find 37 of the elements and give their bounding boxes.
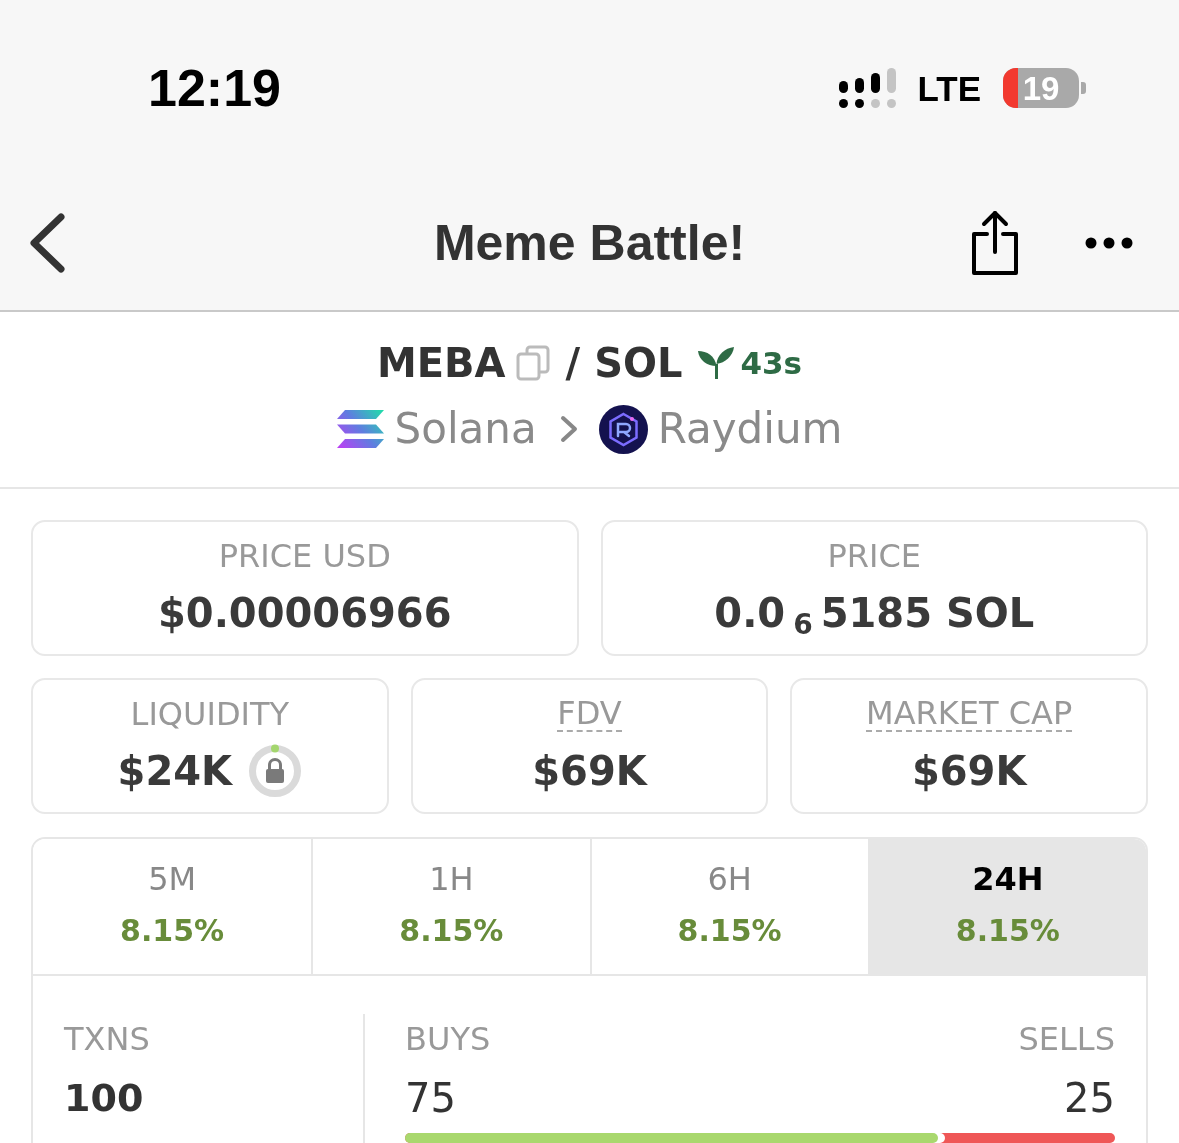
quote-token-symbol: SOL [594,343,683,383]
stat-value: $69K [911,747,1027,795]
chain-name[interactable]: Solana [394,408,537,450]
signal-strength-icon [837,67,898,109]
share-icon[interactable] [970,210,1020,276]
back-icon[interactable] [28,213,66,273]
txns-count: 100 [64,1075,144,1122]
price-label: PRICE USD [218,538,391,574]
sprout-icon [697,346,736,380]
battery-icon [1003,68,1086,108]
raydium-logo-icon [598,404,648,454]
base-token-symbol: MEBA [376,343,506,383]
pair-separator: / [565,343,581,383]
stat-value: $69K [532,747,647,795]
battery-percentage: 19 [1022,71,1060,105]
dex-name[interactable]: Raydium [657,408,843,450]
price-value: 0.0$_{6}$5185 SOL [714,589,1035,637]
more-options-icon[interactable] [1085,237,1133,249]
page-title: Meme Battle! [433,218,746,268]
lock-ring-icon [248,744,303,798]
network-type: LTE [917,70,981,106]
stat-label[interactable]: FDV [557,696,622,732]
stat-value: $24K [117,747,233,795]
solana-logo-icon [336,410,384,448]
buys-label: BUYS [405,1021,491,1057]
sells-count: 25 [1064,1074,1115,1122]
pair-age: 43s [740,347,803,379]
stat-label: LIQUIDITY [130,696,290,732]
txns-label: TXNS [64,1021,150,1057]
stat-label[interactable]: MARKET CAP [866,696,1073,732]
chevron-right-icon [558,414,579,444]
price-label: PRICE [827,538,921,574]
timeframe-tab[interactable]: 24H 8.15% [867,839,1146,974]
price-value: $0.00006966 [158,589,452,637]
buys-count: 75 [405,1074,456,1122]
status-time: 12:19 [148,62,281,114]
sells-label: SELLS [1018,1021,1115,1057]
